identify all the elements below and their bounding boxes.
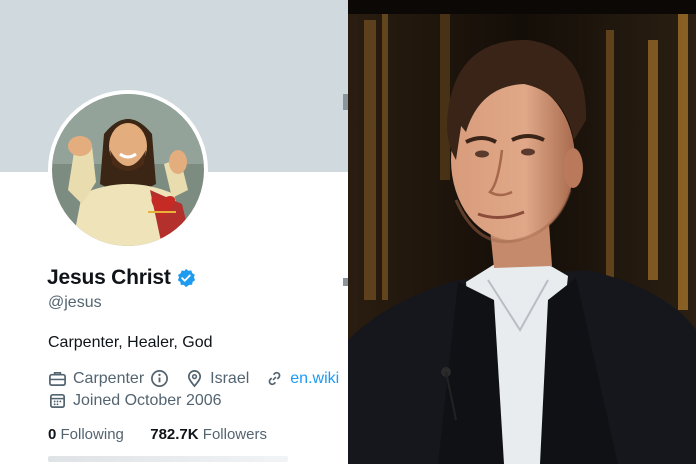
following-label: Following — [60, 426, 124, 443]
avatar-image — [52, 94, 204, 246]
verified-badge-icon[interactable] — [176, 268, 196, 288]
follow-stats: 0 Following 782.7K Followers — [48, 426, 267, 443]
followers-count: 782.7K — [150, 426, 199, 443]
profile-handle: @jesus — [48, 294, 102, 311]
portrait-photo — [348, 0, 696, 464]
following-count: 0 — [48, 426, 57, 443]
profile-joined-row: Joined October 2006 — [48, 391, 222, 410]
profile-occupation: Carpenter — [73, 369, 145, 387]
following-link[interactable]: 0 Following — [48, 426, 124, 443]
profile-name-row: Jesus Christ — [47, 266, 196, 290]
followers-label: Followers — [202, 426, 267, 443]
profile-joined: Joined October 2006 — [73, 391, 222, 409]
profile-bio: Carpenter, Healer, God — [48, 334, 213, 351]
profile-link[interactable]: en.wiki — [290, 370, 339, 388]
profile-avatar[interactable] — [48, 90, 208, 250]
link-icon — [265, 369, 284, 388]
calendar-icon — [48, 391, 67, 410]
info-icon[interactable] — [150, 369, 169, 388]
profile-meta-row: Carpenter Israel en.wiki — [48, 369, 339, 388]
briefcase-icon — [48, 369, 67, 388]
followers-link[interactable]: 782.7K Followers — [150, 426, 267, 443]
twitter-profile-panel: Jesus Christ @jesus Carpenter, Healer, G… — [0, 0, 348, 464]
cut-off-text-row — [48, 456, 288, 462]
location-pin-icon — [185, 369, 204, 388]
profile-location: Israel — [210, 369, 250, 387]
profile-name: Jesus Christ — [47, 266, 171, 289]
portrait-image — [348, 0, 696, 464]
